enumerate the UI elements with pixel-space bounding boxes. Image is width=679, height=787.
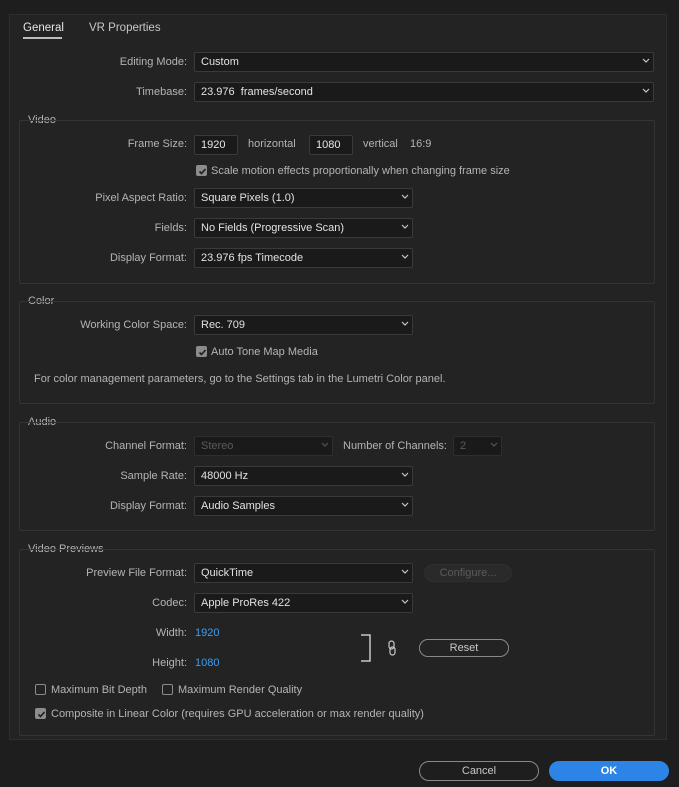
pixel-aspect-dropdown[interactable]: Square Pixels (1.0) [194, 188, 413, 208]
chevron-down-icon [642, 88, 650, 94]
chevron-down-icon [401, 321, 409, 327]
preview-height-value[interactable]: 1080 [195, 657, 219, 669]
maximum-render-quality-label: Maximum Render Quality [178, 684, 303, 696]
timebase-dropdown[interactable]: 23.976 frames/second [194, 82, 654, 102]
auto-tone-map-label: Auto Tone Map Media [211, 346, 318, 358]
working-color-space-value: Rec. 709 [201, 319, 246, 331]
ok-button[interactable]: OK [549, 761, 669, 781]
scale-motion-checkbox[interactable] [196, 165, 207, 176]
tab-general[interactable]: General [23, 22, 64, 34]
timebase-value: 23.976 frames/second [201, 86, 313, 98]
codec-dropdown[interactable]: Apple ProRes 422 [194, 593, 413, 613]
editing-mode-label: Editing Mode: [119, 56, 187, 68]
pixel-aspect-label: Pixel Aspect Ratio: [95, 192, 187, 204]
chevron-down-icon [401, 472, 409, 478]
preview-file-format-value: QuickTime [201, 567, 254, 579]
sample-rate-label: Sample Rate: [120, 470, 187, 482]
maximum-render-quality-checkbox[interactable] [162, 684, 173, 695]
configure-button[interactable]: Configure... [424, 564, 512, 582]
fields-label: Fields: [154, 222, 187, 234]
composite-linear-color-checkbox[interactable] [35, 708, 46, 719]
aspect-ratio-text: 16:9 [410, 138, 432, 150]
preview-width-label: Width: [155, 627, 187, 639]
chevron-down-icon [490, 442, 498, 448]
working-color-space-dropdown[interactable]: Rec. 709 [194, 315, 413, 335]
editing-mode-dropdown[interactable]: Custom [194, 52, 654, 72]
number-of-channels-label: Number of Channels: [343, 440, 447, 452]
chevron-down-icon [401, 569, 409, 575]
preview-width-value[interactable]: 1920 [195, 627, 219, 639]
number-of-channels-value: 2 [460, 440, 467, 452]
tab-general-underline [23, 37, 62, 39]
color-management-note: For color management parameters, go to t… [34, 373, 446, 385]
scale-motion-label: Scale motion effects proportionally when… [211, 165, 510, 177]
channel-format-label: Channel Format: [105, 440, 187, 452]
auto-tone-map-checkbox[interactable] [196, 346, 207, 357]
preview-file-format-label: Preview File Format: [86, 567, 187, 579]
preview-height-label: Height: [152, 657, 187, 669]
cancel-button[interactable]: Cancel [419, 761, 539, 781]
vertical-label: vertical [363, 138, 398, 150]
audio-display-format-dropdown[interactable]: Audio Samples [194, 496, 413, 516]
timebase-label: Timebase: [136, 86, 187, 98]
sample-rate-value: 48000 Hz [201, 470, 249, 482]
frame-width-input[interactable]: 1920 [194, 135, 238, 155]
chevron-down-icon [401, 254, 409, 260]
reset-button[interactable]: Reset [419, 639, 509, 657]
composite-linear-color-label: Composite in Linear Color (requires GPU … [51, 708, 424, 720]
horizontal-label: horizontal [248, 138, 296, 150]
working-color-space-label: Working Color Space: [80, 319, 187, 331]
fields-value: No Fields (Progressive Scan) [201, 222, 345, 234]
tab-vr-properties[interactable]: VR Properties [89, 22, 161, 34]
chevron-down-icon [321, 442, 329, 448]
preview-file-format-dropdown[interactable]: QuickTime [194, 563, 413, 583]
channel-format-dropdown[interactable]: Stereo [194, 436, 333, 456]
maximum-bit-depth-checkbox[interactable] [35, 684, 46, 695]
frame-size-label: Frame Size: [127, 138, 187, 150]
chevron-down-icon [401, 599, 409, 605]
sample-rate-dropdown[interactable]: 48000 Hz [194, 466, 413, 486]
audio-display-format-label: Display Format: [109, 500, 187, 512]
chevron-down-icon [642, 58, 650, 64]
chevron-down-icon [401, 224, 409, 230]
link-icon[interactable] [386, 640, 398, 659]
codec-label: Codec: [152, 597, 187, 609]
pixel-aspect-value: Square Pixels (1.0) [201, 192, 295, 204]
number-of-channels-dropdown[interactable]: 2 [453, 436, 502, 456]
audio-display-format-value: Audio Samples [201, 500, 275, 512]
chevron-down-icon [401, 194, 409, 200]
fields-dropdown[interactable]: No Fields (Progressive Scan) [194, 218, 413, 238]
dimension-bracket-icon [360, 634, 372, 665]
display-format-value: 23.976 fps Timecode [201, 252, 304, 264]
codec-value: Apple ProRes 422 [201, 597, 291, 609]
channel-format-value: Stereo [201, 440, 234, 452]
chevron-down-icon [401, 502, 409, 508]
editing-mode-value: Custom [201, 56, 239, 68]
display-format-dropdown[interactable]: 23.976 fps Timecode [194, 248, 413, 268]
display-format-label: Display Format: [109, 252, 187, 264]
frame-height-input[interactable]: 1080 [309, 135, 353, 155]
maximum-bit-depth-label: Maximum Bit Depth [51, 684, 147, 696]
